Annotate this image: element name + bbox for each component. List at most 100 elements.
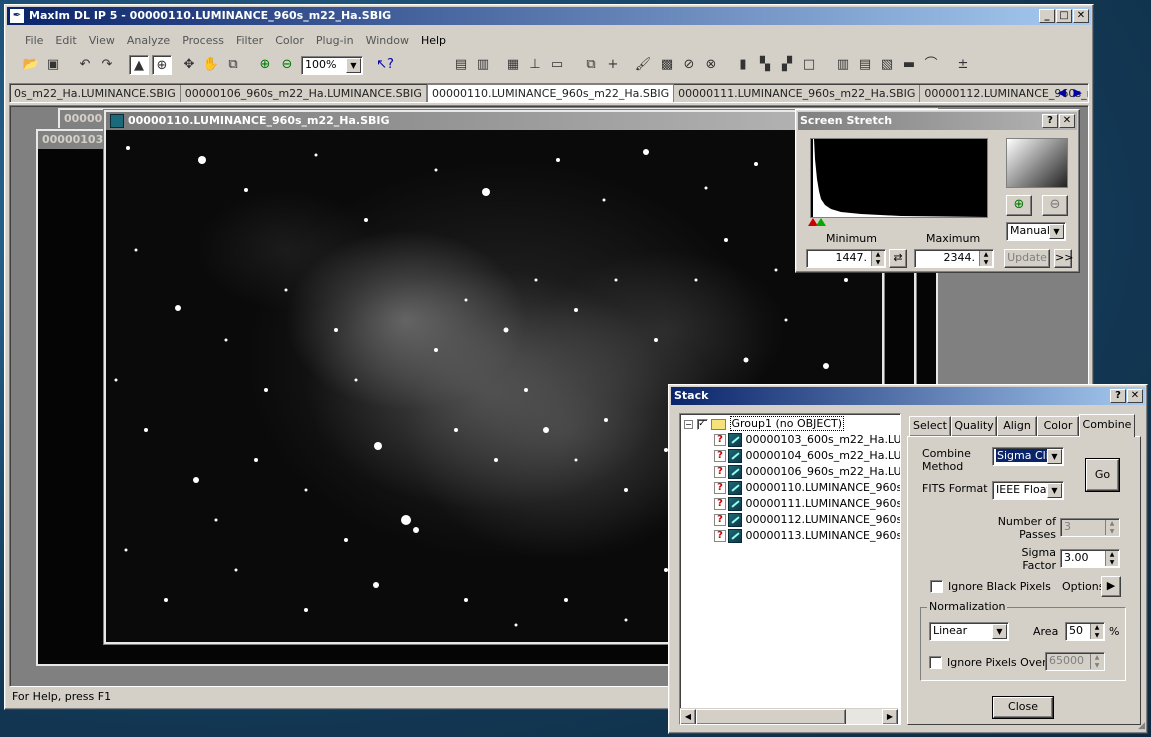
scroll-thumb[interactable] [696,709,846,724]
bar-chart-icon[interactable]: ▮ [733,55,753,75]
tool-10-icon[interactable]: ▤ [855,55,875,75]
undo-icon[interactable]: ↶ [75,55,95,75]
fits-format-select[interactable]: IEEE Float ▼ [992,481,1064,500]
tree-group[interactable]: − ✓ Group1 (no OBJECT) [684,416,845,432]
tree-file-row[interactable]: ? 00000111.LUMINANCE_960s_ [714,496,900,512]
circle-x-icon[interactable]: ⊗ [701,55,721,75]
normalization-select[interactable]: Linear ▼ [929,622,1009,641]
go-button[interactable]: Go [1085,458,1120,492]
ignore-over-checkbox[interactable] [929,656,942,669]
tab-scroll-left-icon[interactable]: ◀ [1054,84,1070,101]
close-button[interactable]: ✕ [1127,389,1143,403]
context-help-icon[interactable]: ↖? [375,55,395,75]
close-button[interactable]: ✕ [1073,9,1089,23]
tree-file-row[interactable]: ? 00000113.LUMINANCE_960s_ [714,528,900,544]
spinner-icon[interactable]: ▲ ▼ [1105,551,1118,566]
square-icon[interactable]: □ [799,55,819,75]
histogram[interactable] [810,138,988,218]
tab-scroll-right-icon[interactable]: ▶ [1070,84,1086,101]
tree-file-row[interactable]: ? 00000103_600s_m22_Ha.LUM [714,432,900,448]
doc-tab[interactable]: 00000111.LUMINANCE_960s_m22_Ha.SBIG [674,85,921,102]
tab-color[interactable]: Color [1037,416,1079,436]
menu-color[interactable]: Color [269,31,310,50]
tool-4-icon[interactable]: ⊥ [525,55,545,75]
close-dialog-button[interactable]: Close [992,696,1054,719]
maximum-input[interactable]: 2344. ▲ ▼ [914,249,994,268]
tool-8-icon[interactable]: ▞ [777,55,797,75]
grid-icon[interactable]: ▩ [657,55,677,75]
menu-help[interactable]: Help [415,31,452,50]
sigma-input[interactable]: 3.00 ▲ ▼ [1060,549,1120,568]
tree-file-row[interactable]: ? 00000110.LUMINANCE_960s_ [714,480,900,496]
spinner-icon[interactable]: ▲ ▼ [1090,624,1103,639]
doc-tab[interactable]: 00000106_960s_m22_Ha.LUMINANCE.SBIG [181,85,427,102]
zoom-select[interactable]: 100% ▼ [301,56,363,75]
help-button[interactable]: ? [1042,114,1058,128]
menu-process[interactable]: Process [176,31,230,50]
menu-filter[interactable]: Filter [230,31,269,50]
tab-combine[interactable]: Combine [1079,414,1135,437]
minimum-input[interactable]: 1447. ▲ ▼ [806,249,886,268]
menu-plugin[interactable]: Plug-in [310,31,360,50]
spinner-icon[interactable]: ▲ ▼ [871,251,884,266]
zoom-in-button[interactable]: ⊕ [1006,195,1032,216]
image-view-icon[interactable]: ▲ [129,55,149,75]
add-icon[interactable]: + [603,55,623,75]
horizontal-scrollbar[interactable]: ◀ ▶ [680,708,898,724]
combine-method-select[interactable]: Sigma Clip ▼ [992,447,1064,466]
tool-1-icon[interactable]: ▤ [451,55,471,75]
zoom-out-icon[interactable]: ⊖ [277,55,297,75]
scroll-right-icon[interactable]: ▶ [882,709,898,724]
max-marker-icon[interactable] [816,218,826,226]
close-button[interactable]: ✕ [1059,114,1075,128]
expand-button[interactable]: >> [1054,249,1073,268]
maximize-button[interactable]: □ [1056,9,1072,23]
tab-quality[interactable]: Quality [951,416,997,436]
menu-edit[interactable]: Edit [49,31,82,50]
tree-file-row[interactable]: ? 00000112.LUMINANCE_960s_ [714,512,900,528]
tool-12-icon[interactable]: ▬ [899,55,919,75]
tree-file-row[interactable]: ? 00000104_600s_m22_Ha.LUM [714,448,900,464]
tool-11-icon[interactable]: ▧ [877,55,897,75]
options-arrow-button[interactable]: ▶ [1101,576,1121,597]
ignore-black-checkbox[interactable] [930,580,943,593]
collapse-icon[interactable]: − [684,419,693,429]
group-checkbox[interactable]: ✓ [696,418,708,430]
brush-icon[interactable]: 🖌 [633,55,653,75]
open-icon[interactable]: 📂 [21,55,41,75]
export-icon[interactable]: ⧉ [223,55,243,75]
tool-9-icon[interactable]: ▥ [833,55,853,75]
minimize-button[interactable]: _ [1039,9,1055,23]
pan-icon[interactable]: ✥ [179,55,199,75]
resize-grip-icon[interactable]: ◢ [1138,721,1145,731]
update-button[interactable]: Update [1004,249,1050,268]
swap-button[interactable]: ⇄ [889,249,907,268]
redo-icon[interactable]: ↷ [97,55,117,75]
help-button[interactable]: ? [1110,389,1126,403]
tool-7-icon[interactable]: ▚ [755,55,775,75]
hand-icon[interactable]: ✋ [201,55,221,75]
tab-align[interactable]: Align [997,416,1037,436]
plus-minus-icon[interactable]: ± [953,55,973,75]
circle-slash-icon[interactable]: ⊘ [679,55,699,75]
menu-view[interactable]: View [83,31,121,50]
doc-tab[interactable]: 0s_m22_Ha.LUMINANCE.SBIG [10,85,181,102]
tool-2-icon[interactable]: ▥ [473,55,493,75]
spinner-icon[interactable]: ▲ ▼ [979,251,992,266]
zoom-out-button[interactable]: ⊖ [1042,195,1068,216]
tool-6-icon[interactable]: ⧉ [581,55,601,75]
tool-5-icon[interactable]: ▭ [547,55,567,75]
stretch-mode-select[interactable]: Manual ▼ [1006,222,1066,241]
file-tree[interactable]: − ✓ Group1 (no OBJECT) ? 00000103_600s_m… [679,413,901,725]
menu-window[interactable]: Window [360,31,415,50]
menu-analyze[interactable]: Analyze [121,31,176,50]
curve-icon[interactable]: ⌒ [921,55,941,75]
tree-file-row[interactable]: ? 00000106_960s_m22_Ha.LUM [714,464,900,480]
save-icon[interactable]: ▣ [43,55,63,75]
area-input[interactable]: 50 ▲ ▼ [1065,622,1105,641]
zoom-in-icon[interactable]: ⊕ [255,55,275,75]
crosshair-icon[interactable]: ⊕ [152,55,172,75]
doc-tab-active[interactable]: 00000110.LUMINANCE_960s_m22_Ha.SBIG [426,84,675,102]
tool-3-icon[interactable]: ▦ [503,55,523,75]
tab-select[interactable]: Select [909,416,951,436]
